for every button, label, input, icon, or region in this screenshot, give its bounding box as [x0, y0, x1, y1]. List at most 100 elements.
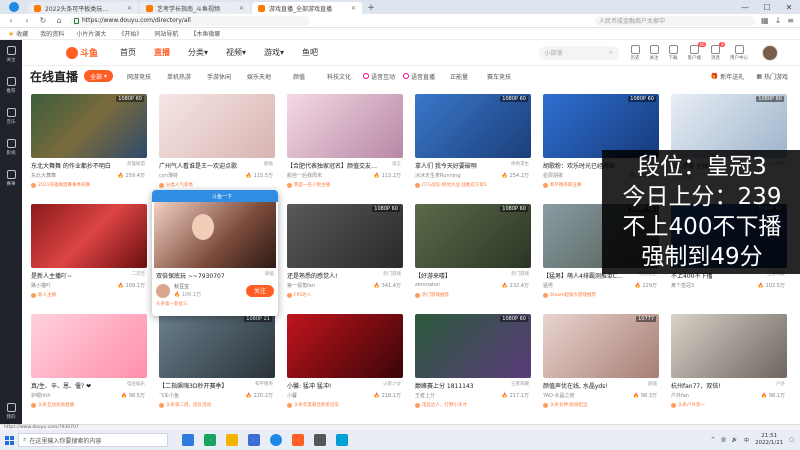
notification-icon[interactable]: ▢: [789, 437, 794, 443]
bookmark-item[interactable]: 【木鱼微聊: [190, 29, 220, 38]
history-button[interactable]: 历史: [630, 44, 640, 61]
nav-item-video[interactable]: 视频▾: [226, 47, 246, 58]
room-category[interactable]: 热门游戏: [511, 271, 529, 280]
room-category[interactable]: 和平精英: [255, 381, 273, 390]
tab-category[interactable]: 手游休闲: [199, 72, 239, 81]
host-name[interactable]: zeronaton: [415, 282, 440, 289]
bookmark-item[interactable]: 小片片演大: [76, 29, 106, 38]
room-thumbnail[interactable]: 10777: [543, 314, 659, 378]
host-name[interactable]: 王者上分: [415, 392, 435, 399]
room-thumbnail[interactable]: [31, 204, 147, 268]
room-title[interactable]: 东北大舞舞 的作业都抄不明白: [31, 161, 111, 170]
room-category[interactable]: 颜值: [648, 381, 657, 390]
live-room-card[interactable]: 广州气人看谁是王一欢迎点歌 颜值 cyn薄荷 🔥 115.5万 分类人气新秀: [159, 94, 275, 198]
search-icon[interactable]: ⌕: [609, 49, 612, 57]
message-button[interactable]: 9 消息: [711, 41, 725, 61]
menu-icon[interactable]: ≡: [787, 16, 794, 25]
all-category-button[interactable]: 全部 ▾: [84, 70, 114, 82]
room-category[interactable]: 火箭少女: [383, 381, 401, 390]
chevron-up-icon[interactable]: ^: [711, 437, 715, 443]
clock[interactable]: 21:51 2022/1/21: [755, 433, 783, 447]
live-room-card[interactable]: 【合肥代表独家冠名】颜值交友… 语言 颜自一后我周末 🔥 113.2万 我是一名人物主播: [287, 94, 403, 198]
site-search-input[interactable]: 小部落 ⌕: [538, 45, 619, 60]
bookmark-item[interactable]: 《开始》: [118, 29, 142, 38]
room-thumbnail[interactable]: 1080P 60: [415, 314, 531, 378]
room-category[interactable]: 户外: [776, 381, 785, 390]
maximize-icon[interactable]: ☐: [756, 0, 778, 14]
tab-category[interactable]: 单机热游: [159, 72, 199, 81]
host-name[interactable]: 路小猫吖: [31, 282, 51, 289]
host-name[interactable]: 户外fan: [671, 392, 689, 399]
host-name[interactable]: 颜自一后我周末: [287, 172, 322, 179]
room-thumbnail[interactable]: 1080P 60: [31, 94, 147, 158]
rail-item-me[interactable]: 我的: [6, 403, 16, 420]
live-room-card[interactable]: 杭州fan77，双倍! 户外 户外fan 🔥 98.1万 头条户外第一: [671, 314, 787, 418]
forward-icon[interactable]: ›: [22, 16, 32, 25]
room-thumbnail[interactable]: [31, 314, 147, 378]
bookmark-item[interactable]: 同站导航: [154, 29, 178, 38]
bookmark-item[interactable]: 我的资料: [40, 29, 64, 38]
host-name[interactable]: 飞车小鱼: [159, 392, 179, 399]
room-category[interactable]: 王者荣耀: [511, 381, 529, 390]
tab-category[interactable]: 科技文化: [319, 72, 359, 81]
room-title[interactable]: 还是熟悉的感觉人!: [287, 271, 337, 280]
live-room-card[interactable]: 是新人主播吖~ 二次元 路小猫吖 🔥 109.1万 新人主播: [31, 204, 147, 308]
obs-icon[interactable]: [314, 434, 326, 446]
tab-category[interactable]: 娱乐天地: [239, 72, 279, 81]
follow-button[interactable]: 关注: [649, 44, 659, 61]
qq-icon[interactable]: [336, 434, 348, 446]
nav-item-home[interactable]: 首页: [120, 47, 136, 58]
popup-thumbnail[interactable]: [154, 202, 276, 268]
room-thumbnail[interactable]: 1080P 21: [159, 314, 275, 378]
host-name[interactable]: 东北大舞舞: [31, 172, 56, 179]
room-title[interactable]: 杭州fan77，双倍!: [671, 381, 721, 390]
room-thumbnail[interactable]: 1080P 60: [415, 94, 531, 158]
room-title[interactable]: 真/生、辛、恩、偃? ❤: [31, 381, 91, 390]
nav-item-game[interactable]: 游戏▾: [264, 47, 284, 58]
room-thumbnail[interactable]: 1080P 60: [287, 204, 403, 268]
tab-category[interactable]: 语音互动: [359, 72, 399, 81]
tab-category[interactable]: 赛车竞技: [479, 72, 519, 81]
store-icon[interactable]: [248, 434, 260, 446]
host-name[interactable]: 某个皇冠3: [671, 282, 694, 289]
room-thumbnail[interactable]: [287, 94, 403, 158]
room-category[interactable]: 电台娱乐: [127, 381, 145, 390]
avatar[interactable]: [156, 283, 170, 298]
room-category[interactable]: 二次元: [132, 271, 146, 280]
browser-tab-3[interactable]: 游戏直播_全部游戏直播 ✕: [252, 2, 362, 14]
tab-category[interactable]: 语音直播: [399, 72, 439, 81]
tab-category[interactable]: 正能量: [439, 72, 479, 81]
room-category[interactable]: 语言: [392, 161, 401, 170]
live-room-card[interactable]: 1080P 60 拿人们 我今天好要破唄 绝地求生 冰冰天生拿Running 🔥 254…: [415, 94, 531, 198]
room-thumbnail[interactable]: [287, 314, 403, 378]
room-thumbnail[interactable]: 1080P 60: [415, 204, 531, 268]
edge-icon[interactable]: [204, 434, 216, 446]
rail-item-music[interactable]: 音乐: [6, 108, 16, 125]
new-tab-icon[interactable]: +: [364, 2, 378, 14]
room-preview-popup[interactable]: 斗鱼一下 双倍保底玩 ~~7930707 颜值 秋豆宝 🔥 106.1万 关注 头…: [152, 190, 278, 316]
tab-close-icon[interactable]: ✕: [239, 5, 244, 12]
room-title[interactable]: 【好游来喽】: [415, 271, 451, 280]
browser-tab-2[interactable]: 艺考学长指南_斗鱼视频 ✕: [140, 2, 250, 14]
room-category[interactable]: 颜值: [264, 161, 273, 170]
tab-category[interactable]: 颜值: [279, 72, 319, 81]
browser-app-icon[interactable]: [270, 434, 282, 446]
rail-item-video[interactable]: 影视: [6, 139, 16, 156]
volume-icon[interactable]: 🔊: [732, 437, 738, 443]
folder-icon[interactable]: [226, 434, 238, 446]
live-room-card[interactable]: 1080P 60 东北大舞舞 的作业都抄不明白 英雄联盟 东北大舞舞 🔥 259.4万 2…: [31, 94, 147, 198]
rail-item-follow[interactable]: 关注: [6, 46, 16, 63]
extension-icon[interactable]: ▦: [761, 16, 769, 25]
room-category[interactable]: 热门游戏: [383, 271, 401, 280]
nav-item-live[interactable]: 直播: [154, 47, 170, 58]
room-title[interactable]: 小馨: 猛冲 猛冲!: [287, 381, 331, 390]
browser-search-input[interactable]: 人民币成金融商户太家中: [595, 15, 756, 26]
rail-item-esports[interactable]: 赛事: [6, 170, 16, 187]
room-title[interactable]: 【二指飙嗨3D秒开赛季】: [159, 381, 227, 390]
live-room-card[interactable]: 1080P 21 【二指飙嗨3D秒开赛季】 和平精英 飞车小鱼 🔥 220.2万 头条第二…: [159, 314, 275, 418]
host-name[interactable]: 小馨: [287, 392, 297, 399]
room-thumbnail[interactable]: [671, 314, 787, 378]
task-view-icon[interactable]: [182, 434, 194, 446]
live-room-card[interactable]: 1080P 60 还是熟悉的感觉人! 热门游戏 第一视角fan 🔥 341.4万 FPS达…: [287, 204, 403, 308]
host-name[interactable]: 星辰胡歌: [543, 172, 563, 179]
